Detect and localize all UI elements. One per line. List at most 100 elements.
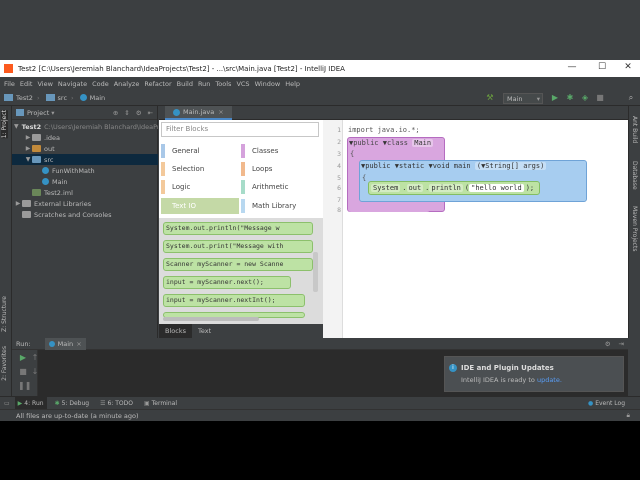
tool-tab-run[interactable]: ▶ 4: Run: [14, 397, 47, 409]
chevron-down-icon[interactable]: ▼: [14, 123, 19, 130]
menu-help[interactable]: Help: [285, 80, 300, 88]
hide-icon[interactable]: ⇥: [619, 340, 624, 348]
stmt-string-literal[interactable]: "hello world: [469, 184, 524, 192]
block-scanner-nextint[interactable]: input = myScanner.nextInt();: [163, 294, 305, 307]
vertical-scrollbar[interactable]: [313, 252, 318, 292]
tab-blocks[interactable]: Blocks: [159, 324, 192, 338]
tree-item-external-libraries[interactable]: ▶ External Libraries: [12, 198, 158, 209]
horizontal-scrollbar[interactable]: [163, 317, 259, 321]
menu-edit[interactable]: Edit: [20, 80, 33, 88]
method-public-keyword[interactable]: public: [365, 162, 390, 170]
menu-vcs[interactable]: VCS: [236, 80, 249, 88]
event-log-tab[interactable]: ● Event Log: [585, 397, 628, 409]
tree-item-scratches[interactable]: Scratches and Consoles: [12, 209, 158, 220]
gear-icon[interactable]: ⚙: [605, 340, 611, 348]
favorites-tool-tab[interactable]: 2: Favorites: [1, 346, 8, 381]
coverage-icon[interactable]: ◈: [580, 93, 590, 103]
lock-icon[interactable]: 🔒︎: [627, 411, 630, 420]
menu-navigate[interactable]: Navigate: [58, 80, 87, 88]
structure-tool-tab[interactable]: Z: Structure: [1, 296, 8, 332]
filter-blocks-input[interactable]: Filter Blocks: [161, 122, 319, 137]
block-print[interactable]: System.out.print("Message with: [163, 240, 313, 253]
tree-item-idea[interactable]: ▶ .idea: [12, 132, 158, 143]
stop-icon[interactable]: ■: [18, 367, 28, 377]
tool-tab-terminal[interactable]: ▣ Terminal: [141, 397, 180, 409]
category-selection[interactable]: Selection: [161, 161, 239, 177]
chevron-down-icon[interactable]: ▼: [24, 156, 32, 163]
category-arithmetic[interactable]: Arithmetic: [241, 179, 319, 195]
class-keyword[interactable]: class: [387, 139, 408, 147]
tree-item-main[interactable]: Main: [12, 176, 158, 187]
update-link[interactable]: update.: [537, 376, 562, 384]
category-classes[interactable]: Classes: [241, 143, 319, 159]
category-text-io[interactable]: Text IO: [161, 198, 239, 214]
layout-icon[interactable]: ▭: [4, 400, 10, 407]
chevron-right-icon[interactable]: ▶: [14, 200, 22, 207]
stmt-out[interactable]: out: [406, 184, 424, 192]
run-configuration-select[interactable]: Main ▾: [503, 93, 543, 104]
chevron-right-icon[interactable]: ▶: [24, 134, 32, 141]
maven-projects-tool-tab[interactable]: Maven Projects: [631, 206, 638, 251]
run-icon[interactable]: ▶: [550, 93, 560, 103]
target-icon[interactable]: ⊕: [113, 109, 118, 117]
update-notification[interactable]: i IDE and Plugin Updates IntelliJ IDEA i…: [444, 356, 624, 392]
editor-tab-main-java[interactable]: Main.java ×: [165, 106, 232, 120]
tree-item-test2-iml[interactable]: Test2.iml: [12, 187, 158, 198]
hide-icon[interactable]: ⇤: [148, 109, 153, 117]
tree-item-out[interactable]: ▶ out: [12, 143, 158, 154]
minimize-button[interactable]: —: [562, 62, 582, 72]
method-name-field[interactable]: main: [454, 162, 471, 170]
hammer-icon[interactable]: ⚒: [485, 93, 495, 103]
project-tool-tab[interactable]: 1: Project: [1, 110, 8, 139]
tool-tab-todo[interactable]: ☰ 6: TODO: [97, 397, 136, 409]
up-arrow-icon[interactable]: ↑: [30, 353, 40, 363]
category-logic[interactable]: Logic: [161, 179, 239, 195]
project-panel-title[interactable]: Project: [27, 109, 49, 117]
class-name-field[interactable]: Main: [412, 139, 434, 147]
pause-icon[interactable]: ❚❚: [18, 381, 31, 391]
debug-icon[interactable]: ✱: [565, 93, 575, 103]
ant-build-tool-tab[interactable]: Ant Build: [631, 116, 638, 143]
search-icon[interactable]: ⌕: [626, 93, 636, 103]
param-type[interactable]: String[]: [485, 162, 519, 170]
run-tab-main[interactable]: Main ×: [44, 337, 86, 350]
method-static-keyword[interactable]: static: [399, 162, 424, 170]
tree-item-funwithmath[interactable]: FunWithMath: [12, 165, 158, 176]
tab-text[interactable]: Text: [192, 324, 217, 338]
tool-tab-debug[interactable]: ✱ 5: Debug: [52, 397, 93, 409]
stmt-println[interactable]: println: [429, 184, 463, 192]
block-new-scanner[interactable]: Scanner myScanner = new Scanne: [163, 258, 313, 271]
category-math-library[interactable]: Math Library: [241, 198, 319, 214]
database-tool-tab[interactable]: Database: [631, 161, 638, 190]
chevron-right-icon[interactable]: ▶: [24, 145, 32, 152]
menu-analyze[interactable]: Analyze: [114, 80, 140, 88]
method-params[interactable]: (▼String[] args): [474, 162, 547, 170]
close-icon[interactable]: ×: [76, 340, 81, 348]
tree-item-src[interactable]: ▼ src: [12, 154, 158, 165]
class-public-keyword[interactable]: public: [353, 139, 378, 147]
close-button[interactable]: ✕: [618, 62, 638, 72]
code-editor[interactable]: 1 2 3 4 5 6 7 8 import java.io.*; ▼publi…: [323, 120, 628, 338]
println-statement-block[interactable]: System. out. println("hello world);: [368, 181, 540, 195]
chevron-down-icon[interactable]: ▾: [51, 109, 54, 117]
breadcrumb-src[interactable]: src ›: [45, 94, 74, 102]
menu-view[interactable]: View: [37, 80, 52, 88]
breadcrumb-project[interactable]: Test2 ›: [4, 94, 40, 102]
import-statement[interactable]: import java.io.*;: [348, 126, 420, 134]
param-name[interactable]: args): [523, 162, 544, 170]
menu-code[interactable]: Code: [92, 80, 109, 88]
menu-build[interactable]: Build: [177, 80, 193, 88]
menu-tools[interactable]: Tools: [215, 80, 231, 88]
category-loops[interactable]: Loops: [241, 161, 319, 177]
menu-file[interactable]: File: [4, 80, 15, 88]
stmt-system[interactable]: System: [371, 184, 401, 192]
rerun-icon[interactable]: ▶: [18, 353, 28, 363]
breadcrumb-main[interactable]: Main: [79, 94, 105, 102]
menu-run[interactable]: Run: [198, 80, 210, 88]
menu-window[interactable]: Window: [255, 80, 281, 88]
stop-icon[interactable]: ■: [595, 93, 605, 103]
gear-icon[interactable]: ⚙: [136, 109, 142, 117]
method-return-type[interactable]: void: [433, 162, 450, 170]
block-println[interactable]: System.out.println("Message w: [163, 222, 313, 235]
collapse-icon[interactable]: ⇕: [124, 109, 129, 117]
